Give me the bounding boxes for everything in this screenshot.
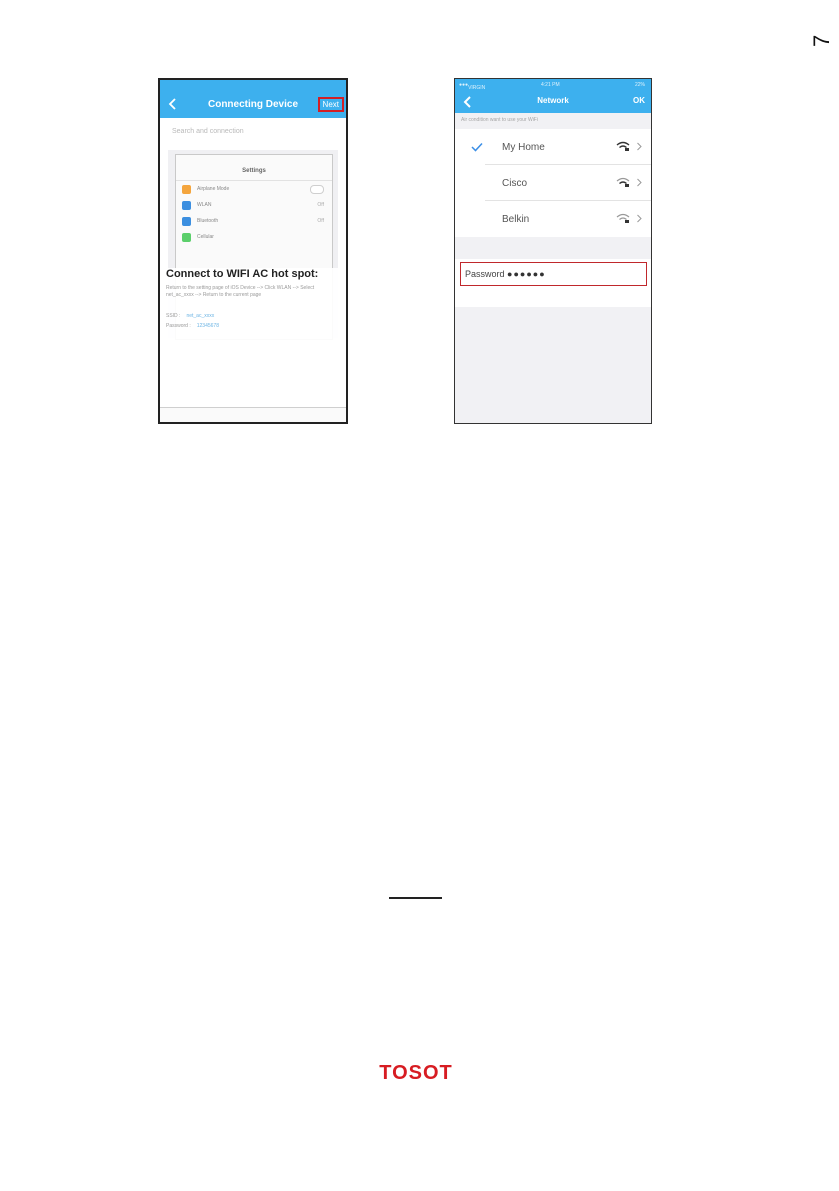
settings-row-bluetooth: Bluetooth Off — [176, 213, 332, 229]
chevron-right-icon — [637, 214, 642, 223]
hotspot-title: Connect to WIFI AC hot spot: — [166, 268, 319, 280]
network-row-my-home[interactable]: My Home — [455, 129, 651, 165]
network-list: My Home Cisco Belkin — [455, 129, 651, 237]
nav-title: Network — [537, 96, 569, 105]
bottom-bar — [160, 407, 346, 422]
chevron-right-icon — [637, 142, 642, 151]
settings-row-wlan: WLAN Off — [176, 197, 332, 213]
hotspot-description: Return to the setting page of iOS Device… — [166, 285, 315, 298]
airplane-toggle — [310, 184, 324, 194]
ssid-line: SSID : net_ac_xxxx — [166, 313, 215, 319]
wifi-hint: Air condition want to use your WiFi — [455, 113, 651, 129]
network-row-belkin[interactable]: Belkin — [455, 201, 651, 237]
password-row: Password ●●●●●● — [455, 259, 651, 289]
wifi-lock-icon — [616, 141, 630, 151]
svg-text:TOSOT: TOSOT — [379, 1062, 453, 1082]
empty-area — [455, 307, 651, 423]
settings-row-airplane: Airplane Mode — [176, 181, 332, 197]
settings-row-cellular: Cellular — [176, 229, 332, 245]
network-screenshot: ●●● VIRGIN 4:21 PM 22% Network OK Air co… — [454, 78, 652, 424]
status-bar — [160, 80, 346, 92]
inner-status-bar — [176, 155, 332, 165]
password-field[interactable]: Password ●●●●●● — [460, 262, 647, 286]
bluetooth-icon — [182, 216, 191, 226]
nav-bar: Network OK — [455, 91, 651, 113]
chevron-right-icon — [637, 178, 642, 187]
checkmark-icon — [471, 142, 483, 152]
page-number: 7 — [809, 35, 830, 46]
next-button[interactable]: Next — [317, 97, 344, 112]
section-gap — [455, 237, 651, 259]
wifi-lock-icon — [616, 177, 630, 187]
cellular-icon — [182, 232, 191, 242]
wifi-icon — [182, 200, 191, 210]
network-row-cisco[interactable]: Cisco — [455, 165, 651, 201]
nav-bar: Connecting Device Next — [160, 92, 346, 118]
settings-title: Settings — [176, 165, 332, 181]
svg-text:7: 7 — [809, 35, 830, 46]
connecting-device-screenshot: Connecting Device Next Search and connec… — [158, 78, 348, 424]
search-connection-text: Search and connection — [172, 128, 244, 135]
airplane-icon — [182, 184, 191, 194]
tosot-logo: TOSOT — [379, 1062, 453, 1082]
ok-button[interactable]: OK — [633, 96, 645, 105]
wifi-lock-icon — [616, 213, 630, 223]
password-line: Password :12345678 — [166, 323, 219, 329]
blank-underline — [389, 897, 442, 899]
status-bar: ●●● VIRGIN 4:21 PM 22% — [455, 79, 651, 91]
